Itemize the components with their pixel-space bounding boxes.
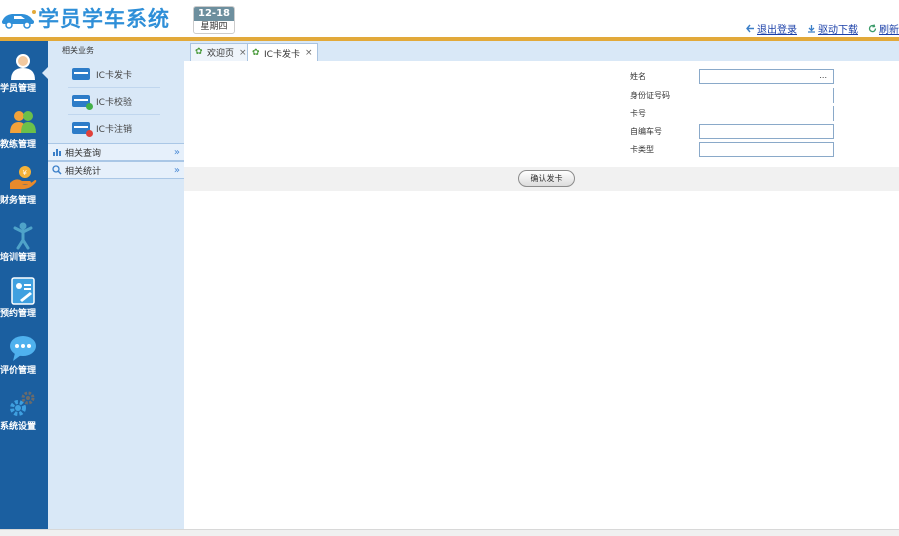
tab-bar: ✿ 欢迎页 × ✿ IC卡发卡 × [184,41,899,62]
card-number-label: 卡号 [630,109,646,118]
sub-item-ic-card-issue[interactable]: IC卡发卡 [48,61,184,87]
card-number-field [699,106,834,121]
close-icon[interactable]: × [239,48,247,58]
chevron-down-icon: » [173,165,180,176]
finance-hand-icon: ¥ [10,166,37,190]
magnifier-icon [52,165,62,175]
close-icon[interactable]: × [305,48,313,58]
comment-bubble-icon [10,336,36,361]
footer-bar [0,529,899,536]
nav-label: 系统设置 [0,422,37,432]
nav-label: 教练管理 [0,140,37,150]
refresh-icon [868,23,877,32]
main-content: 姓名 ... 身份证号码 卡号 自编车号 卡类型 确认发卡 [184,61,899,529]
name-label: 姓名 [630,72,646,81]
nav-label: 评价管理 [0,366,37,376]
bar-chart-icon [53,149,61,156]
coach-group-icon [10,111,36,133]
tab-label: IC卡发卡 [264,49,300,60]
nav-item-training-management[interactable]: 培训管理 [0,214,48,270]
browse-button[interactable]: ... [819,71,827,80]
tab-welcome[interactable]: ✿ 欢迎页 × [190,43,252,61]
chevron-down-icon: » [173,147,180,158]
app-title: 学员学车系统 [38,7,170,31]
vehicle-number-label: 自编车号 [630,127,662,136]
app-logo: 学员学车系统 [0,4,170,32]
app-header: 学员学车系统 12-18 星期四 退出登录 驱动下载 刷新 [0,0,899,38]
group-related-statistics[interactable]: 相关统计 » [48,161,184,179]
nav-label: 学员管理 [0,84,37,94]
student-person-icon [11,54,35,80]
driver-download-label: 驱动下载 [818,24,858,36]
sub-item-ic-card-cancel[interactable]: IC卡注销 [48,115,184,141]
tab-label: 欢迎页 [207,49,235,59]
name-field[interactable]: ... [699,69,834,84]
id-number-label: 身份证号码 [630,91,670,100]
weekday-value: 星期四 [200,22,228,32]
form-row-card-number: 卡号 [630,106,899,121]
download-icon [808,24,815,33]
top-links: 退出登录 驱动下载 刷新 [746,21,899,36]
group-label: 相关统计 [65,166,102,177]
svg-text:¥: ¥ [23,169,28,177]
date-value: 12-18 [194,7,234,21]
nav-label: 预约管理 [0,309,37,319]
tab-gear-icon: ✿ [195,47,203,57]
ic-card-icon [72,68,90,80]
left-nav: 学员管理 教练管理 ¥ 财务管理 培训管理 预约管理 评价管理 系统设置 [0,41,48,536]
form-row-vehicle-number: 自编车号 [630,124,899,139]
logout-label: 退出登录 [757,24,797,36]
sub-menu: 相关业务 IC卡发卡 IC卡校验 IC卡注销 相关查询 » 相关统计 » [48,41,184,529]
tab-gear-icon: ✿ [252,47,260,58]
ic-card-cancel-icon [72,122,93,137]
vehicle-number-field[interactable] [699,124,834,139]
nav-item-finance-management[interactable]: ¥ 财务管理 [0,157,48,213]
nav-item-system-settings[interactable]: 系统设置 [0,383,48,439]
logout-arrow-icon [746,24,754,32]
date-badge: 12-18 星期四 [193,6,235,34]
nav-label: 培训管理 [0,253,37,263]
sub-item-label: IC卡发卡 [96,70,132,81]
group-related-query[interactable]: 相关查询 » [48,143,184,161]
id-number-field [699,88,834,103]
group-label: 相关查询 [65,148,102,159]
settings-gear-icon [10,391,35,416]
sub-menu-title: 相关业务 [62,46,94,55]
card-type-label: 卡类型 [630,145,654,154]
tab-ic-card-issue[interactable]: ✿ IC卡发卡 × [247,43,318,62]
sub-item-label: IC卡校验 [96,97,132,108]
driver-download-link[interactable]: 驱动下载 [807,21,858,36]
confirm-issue-button[interactable]: 确认发卡 [518,170,575,187]
training-figure-icon [13,222,33,250]
form-row-id-number: 身份证号码 [630,88,899,103]
nav-item-booking-management[interactable]: 预约管理 [0,270,48,326]
booking-card-icon [11,277,35,305]
logout-link[interactable]: 退出登录 [746,21,797,36]
nav-item-coach-management[interactable]: 教练管理 [0,101,48,157]
refresh-link[interactable]: 刷新 [868,21,899,36]
form-row-card-type: 卡类型 [630,142,899,157]
card-type-field[interactable] [699,142,834,157]
nav-item-review-management[interactable]: 评价管理 [0,327,48,383]
refresh-label: 刷新 [879,24,899,36]
nav-label: 财务管理 [0,196,37,206]
sub-item-label: IC卡注销 [96,124,132,135]
car-logo-icon [2,10,36,29]
sub-item-ic-card-verify[interactable]: IC卡校验 [48,88,184,114]
form-row-name: 姓名 ... [630,69,899,84]
nav-item-student-management[interactable]: 学员管理 [0,45,48,101]
ic-card-check-icon [72,95,93,110]
action-bar: 确认发卡 [184,167,899,191]
